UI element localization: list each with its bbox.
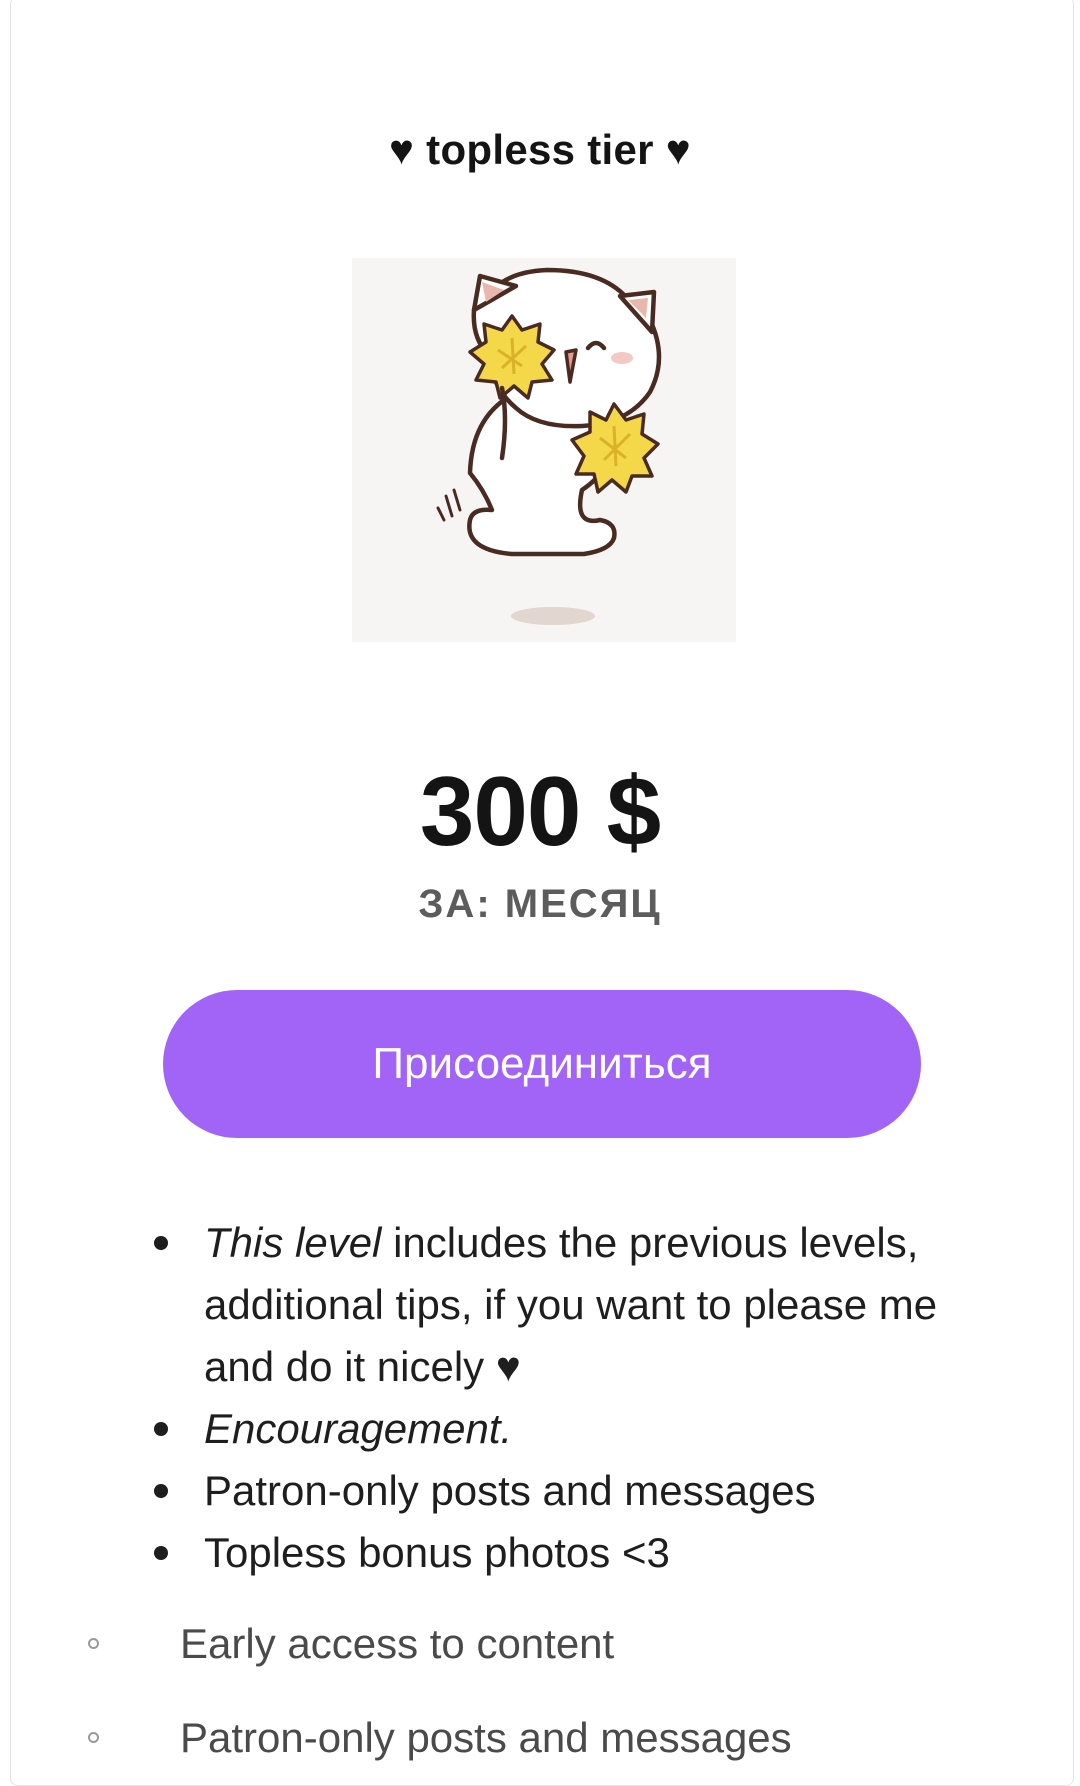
sub-benefit-text: Patron-only posts and messages [180,1714,792,1761]
hollow-bullet-icon [88,1638,99,1649]
tier-image [352,258,736,642]
benefit-item: Encouragement. [150,1398,990,1460]
benefit-text: Topless bonus photos <3 [204,1529,670,1576]
cheerleader-cat-illustration-icon [436,267,662,625]
sub-benefit-item: Patron-only posts and messages [80,1708,1060,1768]
hollow-bullet-icon [88,1732,99,1743]
benefits-list: This level includes the previous levels,… [150,1212,990,1584]
tier-price: 300 $ [419,756,661,866]
benefit-item: This level includes the previous levels,… [150,1212,990,1398]
sub-benefit-text: Early access to content [180,1620,615,1667]
benefit-text: Encouragement. [204,1405,513,1452]
benefit-text: Patron-only posts and messages [204,1467,816,1514]
benefit-item: Topless bonus photos <3 [150,1522,990,1584]
benefit-emphasis: This level [204,1219,382,1266]
billing-period: ЗА: МЕСЯЦ [418,882,662,926]
join-button[interactable]: Присоединиться [163,990,921,1138]
tier-title: ♥ topless tier ♥ [388,126,692,173]
benefit-item: Patron-only posts and messages [150,1460,990,1522]
sub-benefit-item: Early access to content [80,1614,1060,1674]
